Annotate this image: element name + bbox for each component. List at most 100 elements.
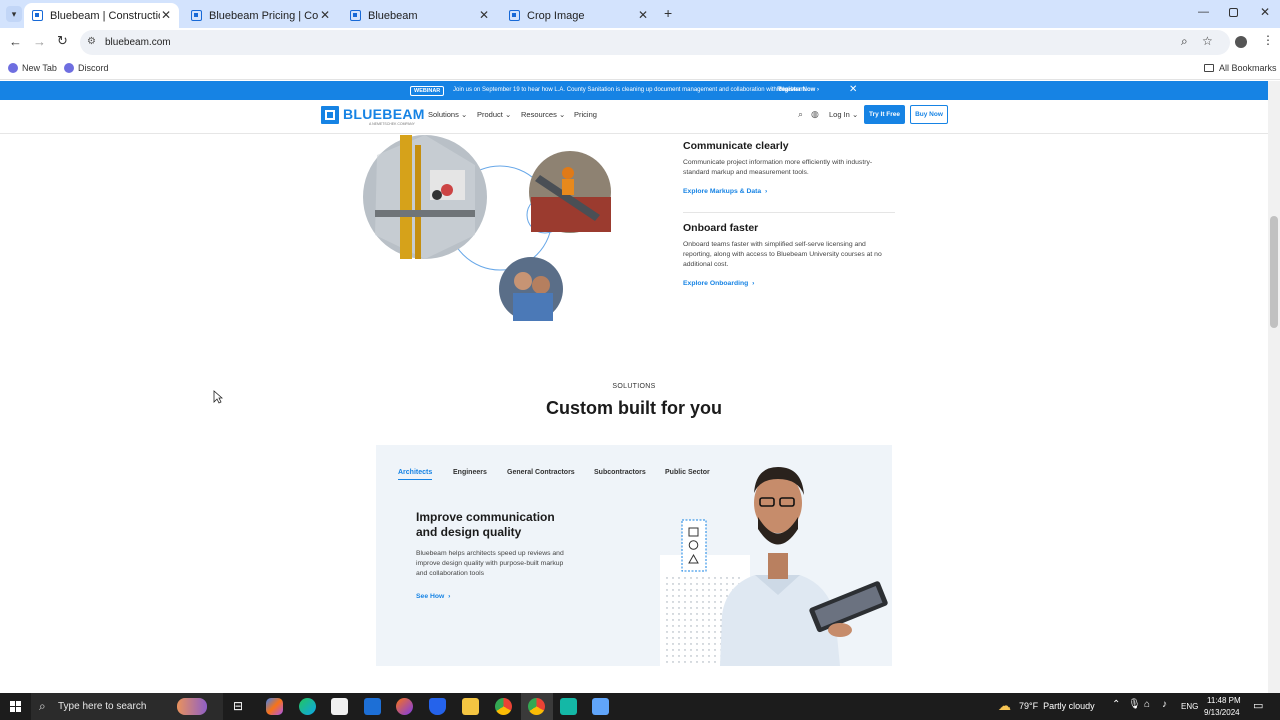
back-icon[interactable]: ← [9, 34, 22, 49]
edge-icon[interactable] [299, 698, 316, 715]
tab-title: Bluebeam | Construction Softw [50, 9, 160, 22]
bookmarks-bar: New Tab Discord All Bookmarks [0, 57, 1280, 80]
profile-avatar-icon[interactable] [1235, 36, 1247, 48]
card-description: Bluebeam helps architects speed up revie… [416, 550, 564, 577]
browser-tab-2[interactable]: Bluebeam Pricing | Compare Pl ✕ [183, 3, 338, 28]
team-photo-cluster [363, 135, 611, 321]
minimize-window-icon[interactable]: — [1198, 6, 1209, 18]
discord-icon [64, 63, 74, 73]
bluebeam-logo-mark-icon [321, 106, 339, 124]
bluebeam-favicon-icon [350, 10, 361, 21]
close-window-icon[interactable]: ✕ [1260, 5, 1270, 19]
address-bar[interactable]: ⚙ bluebeam.com ⌕ ☆ [80, 30, 1230, 55]
worker-orange-vest-photo [529, 151, 611, 233]
file-explorer-icon[interactable] [462, 698, 479, 715]
explore-onboarding-link[interactable]: Explore Onboarding › [683, 280, 754, 287]
crop-favicon-icon [509, 10, 520, 21]
new-tab-button[interactable]: + [664, 5, 672, 21]
tab-search-icon[interactable]: ▾ [6, 6, 22, 22]
site-header: BLUEBEAM A NEMETSCHEK COMPANY Solutions … [0, 100, 1268, 134]
search-placeholder: Type here to search [58, 701, 147, 712]
architect-with-tablet-photo [660, 467, 888, 666]
browser-tab-4[interactable]: Crop Image ✕ [501, 3, 656, 28]
clock-date[interactable]: 9/13/2024 [1204, 708, 1240, 717]
construction-crane-photo [363, 135, 487, 259]
try-it-free-button[interactable]: Try It Free [864, 105, 905, 124]
reload-icon[interactable]: ↻ [57, 33, 68, 49]
card-title: Improve communication and design quality [416, 510, 555, 539]
globe-icon[interactable]: ◍ [811, 109, 819, 120]
tab-title: Bluebeam [368, 9, 418, 22]
buy-now-button[interactable]: Buy Now [910, 105, 948, 124]
copilot-icon[interactable] [266, 698, 283, 715]
browser-tab-1[interactable]: Bluebeam | Construction Softw ✕ [24, 3, 179, 28]
close-tab-icon[interactable]: ✕ [161, 8, 171, 22]
chrome-icon[interactable] [495, 698, 512, 715]
bookmark-discord[interactable]: Discord [64, 63, 109, 73]
app-icon-notes[interactable] [592, 698, 609, 715]
tab-title: Crop Image [527, 9, 585, 22]
tab-architects[interactable]: Architects [398, 469, 433, 480]
close-tab-icon[interactable]: ✕ [479, 8, 489, 22]
clock-time[interactable]: 11:48 PM [1207, 696, 1241, 705]
task-view-icon[interactable]: ⊟ [233, 699, 243, 713]
nav-solutions[interactable]: Solutions ⌄ [428, 110, 467, 119]
bluebeam-favicon-icon [32, 10, 43, 21]
language-indicator[interactable]: ENG [1181, 702, 1198, 711]
feature-description: Onboard teams faster with simplified sel… [683, 241, 882, 268]
solutions-panel: Architects Engineers General Contractors… [376, 445, 892, 666]
nav-pricing[interactable]: Pricing [574, 110, 597, 119]
register-now-link[interactable]: Register Now › [777, 87, 819, 93]
see-how-link[interactable]: See How › [416, 593, 450, 600]
restore-window-icon[interactable] [1229, 8, 1238, 17]
browser-menu-icon[interactable]: ⋮ [1262, 33, 1274, 47]
solutions-eyebrow: SOLUTIONS [612, 383, 656, 390]
nav-resources[interactable]: Resources ⌄ [521, 110, 565, 119]
weather-text[interactable]: 79°F Partly cloudy [1019, 701, 1095, 711]
chrome-active-icon[interactable] [528, 698, 545, 715]
tab-general-contractors[interactable]: General Contractors [507, 469, 575, 476]
banner-text: Join us on September 19 to hear how L.A.… [453, 87, 808, 93]
bluebeam-logo[interactable]: BLUEBEAM A NEMETSCHEK COMPANY [321, 104, 424, 128]
webinar-banner: WEBINAR Join us on September 19 to hear … [0, 81, 1268, 100]
close-banner-icon[interactable]: ✕ [849, 84, 857, 95]
windows-taskbar: ⌕ Type here to search ⊟ ☁ 79°F Partly cl… [0, 693, 1280, 720]
defender-shield-icon[interactable] [429, 698, 446, 715]
all-bookmarks[interactable]: All Bookmarks [1204, 63, 1277, 73]
notifications-icon[interactable]: ▭ [1253, 699, 1263, 712]
login-link[interactable]: Log In ⌄ [829, 110, 858, 119]
taskbar-search-box[interactable]: ⌕ Type here to search [31, 693, 223, 720]
explore-markups-link[interactable]: Explore Markups & Data › [683, 188, 767, 195]
solutions-heading: Custom built for you [546, 398, 722, 418]
mail-icon[interactable] [364, 698, 381, 715]
bluebeam-favicon-icon [191, 10, 202, 21]
close-tab-icon[interactable]: ✕ [320, 8, 330, 22]
app-icon-green[interactable] [560, 698, 577, 715]
tab-subcontractors[interactable]: Subcontractors [594, 469, 646, 476]
feature-title: Onboard faster [683, 222, 759, 234]
network-icon[interactable]: ⌂ [1144, 699, 1150, 710]
firefox-icon[interactable] [396, 698, 413, 715]
close-tab-icon[interactable]: ✕ [638, 8, 648, 22]
windows-start-icon[interactable] [10, 701, 21, 712]
nav-product[interactable]: Product ⌄ [477, 110, 511, 119]
browser-tab-bar: ▾ Bluebeam | Construction Softw ✕ Bluebe… [0, 0, 1280, 28]
microphone-icon[interactable]: 🎙 [1128, 699, 1141, 710]
page-scrollbar[interactable] [1268, 81, 1280, 693]
shape-tools-icon [681, 519, 707, 572]
feature-description: Communicate project information more eff… [683, 159, 873, 176]
site-info-icon[interactable]: ⚙ [87, 36, 96, 47]
browser-tab-3[interactable]: Bluebeam ✕ [342, 3, 497, 28]
tab-engineers[interactable]: Engineers [453, 469, 487, 476]
bookmark-star-icon[interactable]: ☆ [1202, 34, 1213, 48]
show-hidden-icons-icon[interactable]: ⌃ [1112, 699, 1120, 710]
zoom-icon[interactable]: ⌕ [1181, 34, 1188, 49]
scrollbar-thumb[interactable] [1270, 216, 1278, 328]
folder-icon [1204, 64, 1214, 72]
bookmark-new-tab[interactable]: New Tab [8, 63, 57, 73]
new-tab-bookmark-icon [8, 63, 18, 73]
volume-icon[interactable]: ♪ [1162, 699, 1167, 710]
forward-icon[interactable]: → [33, 34, 46, 49]
site-search-icon[interactable]: ⌕ [798, 109, 803, 120]
microsoft-store-icon[interactable] [331, 698, 348, 715]
